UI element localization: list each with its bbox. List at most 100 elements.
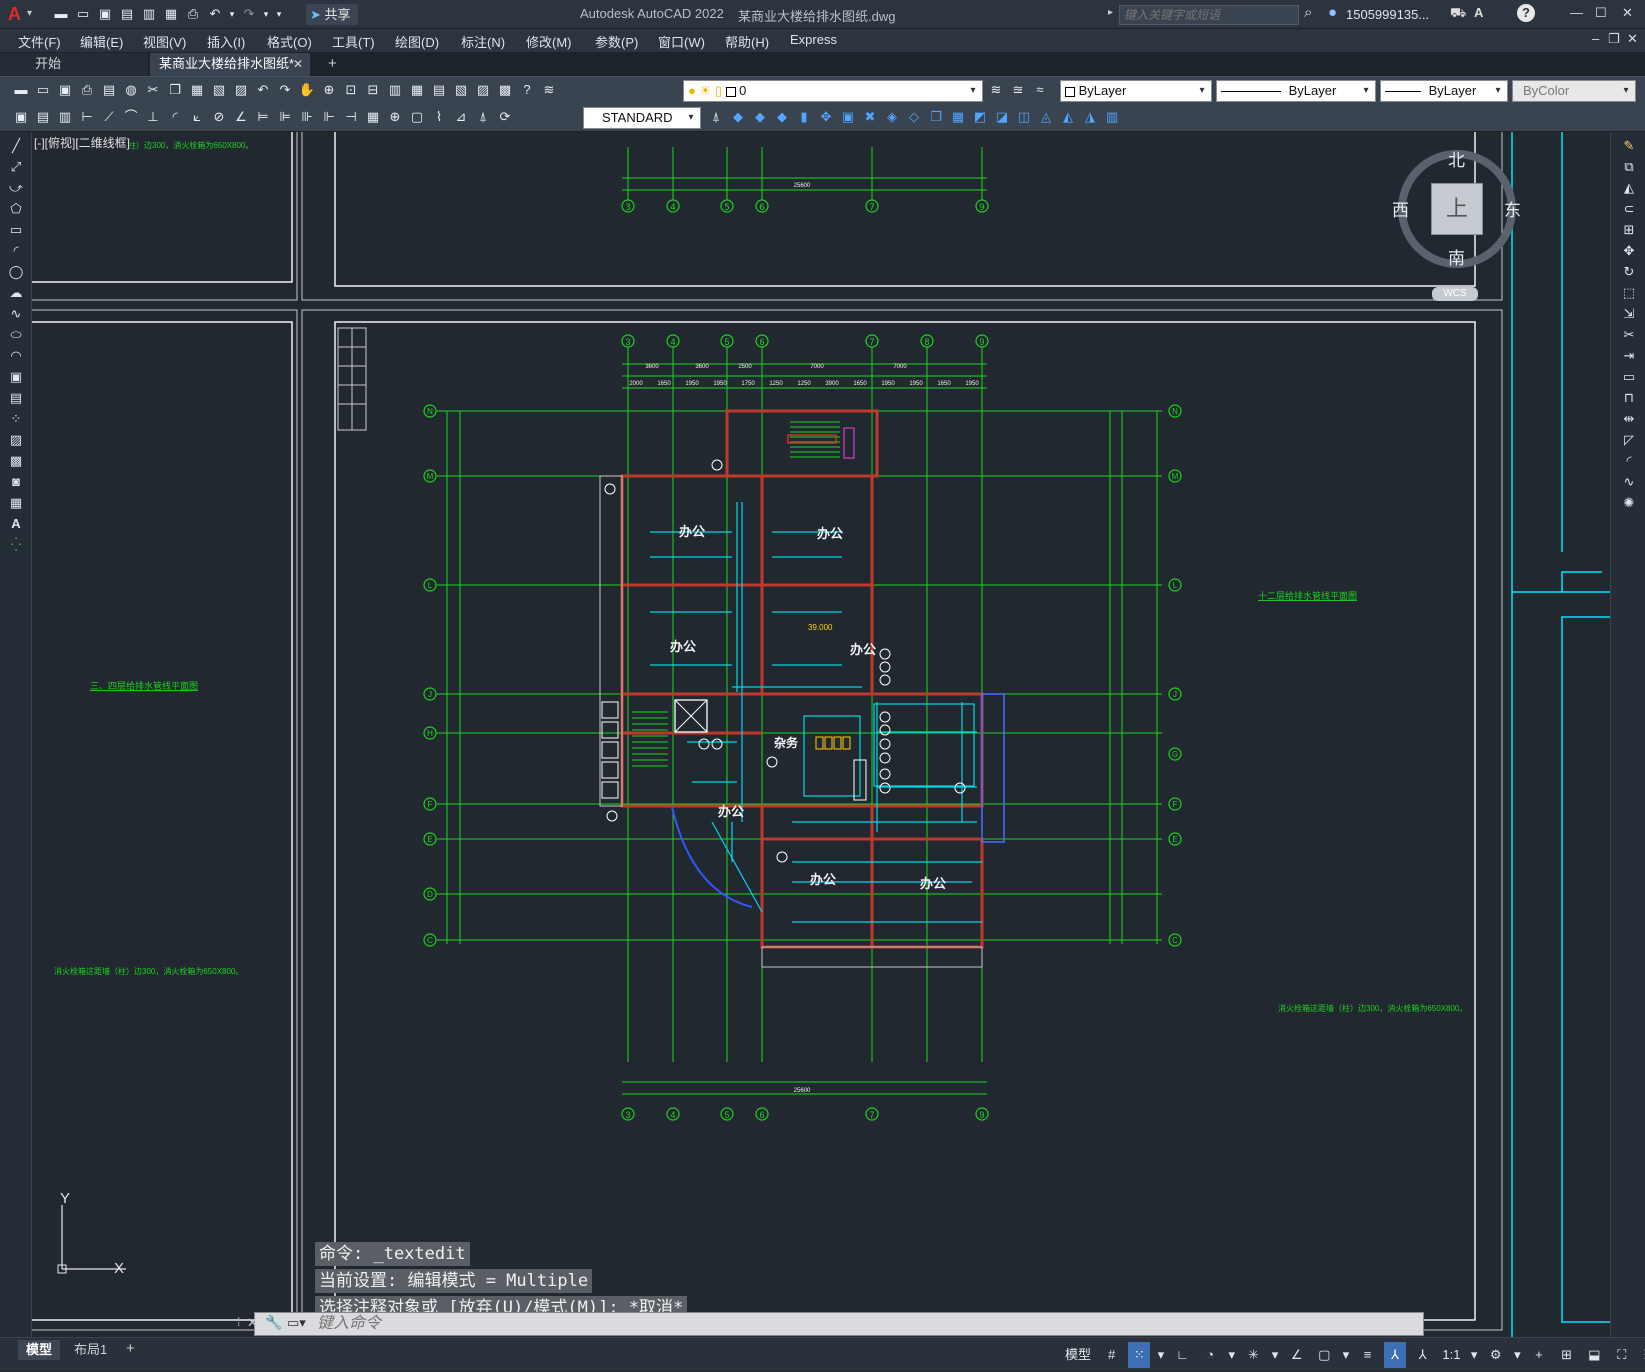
taper-face-icon[interactable]: ◇ bbox=[904, 107, 924, 127]
dim-update-icon[interactable]: ⟳ bbox=[495, 107, 515, 127]
new-tab-icon[interactable]: + bbox=[328, 55, 337, 72]
command-input[interactable] bbox=[317, 1314, 1417, 1334]
tab-start[interactable]: 开始 bbox=[0, 53, 148, 76]
user-icon[interactable]: ● bbox=[1328, 4, 1337, 21]
break-icon[interactable]: ⊓ bbox=[1619, 388, 1639, 408]
save-icon[interactable]: ▣ bbox=[95, 4, 115, 24]
quick-dim-icon[interactable]: ⊨ bbox=[253, 107, 273, 127]
snap-icon[interactable]: ⁙ bbox=[1128, 1342, 1151, 1368]
dim-radius-icon[interactable]: ◜ bbox=[165, 107, 185, 127]
menu-modify[interactable]: 修改(M) bbox=[526, 32, 572, 51]
plot-toolbar-icon[interactable]: ⎙ bbox=[77, 80, 97, 100]
annotation-scale[interactable]: 1:1 bbox=[1439, 1342, 1463, 1368]
save-web-icon[interactable]: ▦ bbox=[161, 4, 181, 24]
isodraft-icon[interactable]: ✳ bbox=[1242, 1342, 1264, 1368]
layer-walk-icon[interactable]: ▥ bbox=[55, 107, 75, 127]
polar-dropdown-icon[interactable]: ▾ bbox=[1227, 1342, 1237, 1368]
redo-dropdown-icon[interactable]: ▾ bbox=[261, 4, 271, 24]
dim-angular-icon[interactable]: ∠ bbox=[231, 107, 251, 127]
app-logo-icon[interactable]: A bbox=[8, 4, 21, 25]
check-icon[interactable]: ▥ bbox=[1102, 107, 1122, 127]
ellipse-arc-icon[interactable]: ◠ bbox=[6, 346, 26, 366]
color-edge-icon[interactable]: ◪ bbox=[992, 107, 1012, 127]
search-icon[interactable]: ⌕ bbox=[1304, 4, 1312, 21]
layout-tab-layout1[interactable]: 布局1 bbox=[66, 1340, 115, 1360]
make-block-icon[interactable]: ▤ bbox=[6, 388, 26, 408]
help-toolbar-icon[interactable]: ? bbox=[517, 80, 537, 100]
layer-make-current-icon[interactable]: ≋ bbox=[986, 80, 1006, 100]
dim-space-icon[interactable]: ⊩ bbox=[319, 107, 339, 127]
line-icon[interactable]: ╱ bbox=[6, 136, 26, 156]
toolpalette-icon[interactable]: ▤ bbox=[429, 80, 449, 100]
model-space-toggle[interactable]: 模型 bbox=[1061, 1342, 1095, 1368]
point-icon[interactable]: ⁘ bbox=[6, 409, 26, 429]
textstyle-dropdown[interactable]: STANDARD ▾ bbox=[583, 107, 701, 129]
mirror-icon[interactable]: ◭ bbox=[1619, 178, 1639, 198]
table-icon[interactable]: ▦ bbox=[6, 493, 26, 513]
doc-minimize-icon[interactable]: – bbox=[1592, 31, 1599, 46]
dim-text-edit-icon[interactable]: ⍋ bbox=[473, 107, 493, 127]
trim-icon[interactable]: ✂ bbox=[1619, 325, 1639, 345]
copy-edge-icon[interactable]: ◩ bbox=[970, 107, 990, 127]
stretch-icon[interactable]: ⇲ bbox=[1619, 304, 1639, 324]
lineweight-dropdown[interactable]: ByLayer ▾ bbox=[1380, 80, 1508, 102]
clean-icon[interactable]: ◬ bbox=[1036, 107, 1056, 127]
ortho-icon[interactable]: ∟ bbox=[1172, 1342, 1194, 1368]
model-space-canvas[interactable]: 3 4 5 6 7 9 3 4 5 6 7 8 9 3 4 5 6 7 9 N M L J H F E D C N M L J G F E C 256… bbox=[32, 132, 1610, 1337]
rectangle-icon[interactable]: ▭ bbox=[6, 220, 26, 240]
menu-parametric[interactable]: 参数(P) bbox=[595, 32, 638, 51]
insert-block-icon[interactable]: ▣ bbox=[6, 367, 26, 387]
scale-icon[interactable]: ⬚ bbox=[1619, 283, 1639, 303]
move-icon[interactable]: ✥ bbox=[1619, 241, 1639, 261]
workspace-gear-icon[interactable]: ⚙ bbox=[1485, 1342, 1507, 1368]
units-icon[interactable]: ⊞ bbox=[1556, 1342, 1578, 1368]
tab-close-icon[interactable]: ✕ bbox=[293, 53, 303, 75]
open-web-icon[interactable]: ▥ bbox=[139, 4, 159, 24]
publish-icon[interactable]: ◍ bbox=[121, 80, 141, 100]
open-file-icon[interactable]: ▭ bbox=[73, 4, 93, 24]
layer-state-icon[interactable]: ≈ bbox=[1030, 80, 1050, 100]
shell-icon[interactable]: ◮ bbox=[1080, 107, 1100, 127]
copy-object-icon[interactable]: ⧉ bbox=[1619, 157, 1639, 177]
polar-icon[interactable]: ◔ bbox=[1199, 1342, 1221, 1368]
object-snap-tracking-icon[interactable]: ∠ bbox=[1286, 1342, 1308, 1368]
offset-icon[interactable]: ⊂ bbox=[1619, 199, 1639, 219]
layer-iso-icon[interactable]: ▣ bbox=[11, 107, 31, 127]
viewcube-south[interactable]: 南 bbox=[1448, 244, 1465, 269]
menu-express[interactable]: Express bbox=[790, 32, 837, 47]
lineweight-toggle-icon[interactable]: ≡ bbox=[1357, 1342, 1379, 1368]
dim-jogged-icon[interactable]: ⟀ bbox=[187, 107, 207, 127]
pan-icon[interactable]: ✋ bbox=[297, 80, 317, 100]
intersect-icon[interactable]: ◆ bbox=[772, 107, 792, 127]
subtract-icon[interactable]: ◆ bbox=[750, 107, 770, 127]
undo-dropdown-icon[interactable]: ▾ bbox=[227, 4, 237, 24]
explode-icon[interactable]: ✺ bbox=[1619, 493, 1639, 513]
viewport-controls-label[interactable]: [-][俯视][二维线框] bbox=[34, 134, 131, 151]
circle-icon[interactable]: ◯ bbox=[6, 262, 26, 282]
command-line-grip-icon[interactable]: ⁞ bbox=[237, 1315, 240, 1329]
save-toolbar-icon[interactable]: ▣ bbox=[55, 80, 75, 100]
viewcube-north[interactable]: 北 bbox=[1448, 146, 1465, 171]
revcloud-icon[interactable]: ☁ bbox=[6, 283, 26, 303]
spline-icon[interactable]: ∿ bbox=[6, 304, 26, 324]
properties-icon[interactable]: ▥ bbox=[385, 80, 405, 100]
add-layout-icon[interactable]: + bbox=[126, 1340, 135, 1357]
menu-file[interactable]: 文件(F) bbox=[18, 32, 61, 51]
matchprop-icon[interactable]: ▧ bbox=[209, 80, 229, 100]
jogged-linear-icon[interactable]: ⌇ bbox=[429, 107, 449, 127]
zoom-realtime-icon[interactable]: ⊕ bbox=[319, 80, 339, 100]
blend-curves-icon[interactable]: ∿ bbox=[1619, 472, 1639, 492]
command-customize-icon[interactable]: 🔧 bbox=[265, 1314, 282, 1331]
menu-insert[interactable]: 插入(I) bbox=[207, 32, 245, 51]
center-mark-icon[interactable]: ⊕ bbox=[385, 107, 405, 127]
layout-tab-model[interactable]: 模型 bbox=[18, 1340, 61, 1360]
command-recent-icon[interactable]: ▭▾ bbox=[287, 1315, 306, 1331]
blockedit-icon[interactable]: ▨ bbox=[231, 80, 251, 100]
paste-icon[interactable]: ▦ bbox=[187, 80, 207, 100]
color-dropdown[interactable]: ByLayer ▾ bbox=[1060, 80, 1212, 102]
plotstyle-dropdown[interactable]: ByColor ▾ bbox=[1512, 80, 1636, 102]
mtext-icon[interactable]: A bbox=[6, 514, 26, 534]
object-snap-dropdown-icon[interactable]: ▾ bbox=[1341, 1342, 1351, 1368]
cut-icon[interactable]: ✂ bbox=[143, 80, 163, 100]
close-window-icon[interactable]: ✕ bbox=[1622, 5, 1633, 21]
